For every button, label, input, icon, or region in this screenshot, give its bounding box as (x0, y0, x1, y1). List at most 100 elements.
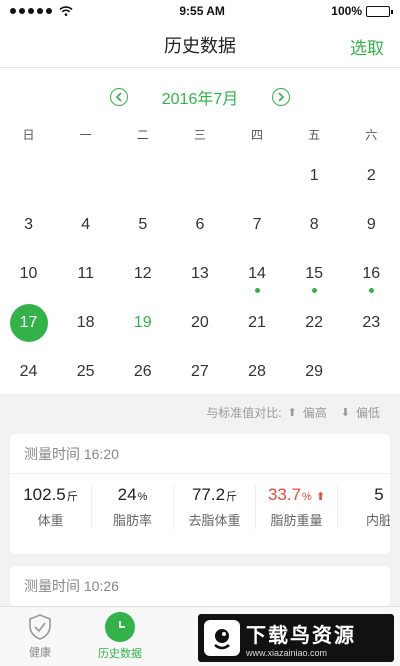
day-number: 2 (366, 166, 376, 184)
calendar-day[interactable]: 27 (171, 347, 228, 396)
calendar-day[interactable]: 3 (0, 200, 57, 249)
weekday-header: 日 一 二 三 四 五 六 (0, 126, 400, 148)
legend-high: 偏高 (302, 406, 327, 420)
calendar-day[interactable]: 2 (343, 151, 400, 200)
metric-fat-weight: 33.7% ⬆ 脂肪重量 (256, 485, 338, 529)
metric-label: 脂肪重量 (270, 513, 323, 528)
day-number: 19 (133, 313, 152, 331)
calendar-day[interactable]: 16 (343, 249, 400, 298)
metric-unit: 斤 (226, 491, 238, 503)
calendar-day[interactable]: 14 (229, 249, 286, 298)
calendar-day[interactable]: 4 (57, 200, 114, 249)
tab-history[interactable]: 历史数据 (80, 607, 160, 666)
calendar-day[interactable]: 20 (171, 298, 228, 347)
calendar: 2016年7月 日 一 二 三 四 五 六 1 2 3 4 5 6 7 8 9 10 11 12 13 1… (0, 68, 400, 394)
calendar-day[interactable]: 17 (0, 298, 57, 347)
day-number: 20 (191, 313, 209, 331)
month-label: 2016年7月 (161, 91, 239, 108)
calendar-day[interactable]: 15 (286, 249, 343, 298)
days-grid: 1 2 3 4 5 6 7 8 9 10 11 12 13 14 15 16 17 18 19 20 21 22 23 24 2… (0, 151, 400, 396)
page-title: 历史数据 (164, 35, 236, 56)
metric-value: 5 (374, 485, 384, 504)
metric-weight: 102.5斤 体重 (10, 485, 92, 529)
calendar-day[interactable]: 19 (114, 298, 171, 347)
arrow-up-icon: ⬆ (315, 491, 326, 503)
calendar-day[interactable]: 11 (57, 249, 114, 298)
battery-icon (366, 5, 393, 17)
calendar-day[interactable]: 22 (286, 298, 343, 347)
calendar-day[interactable]: 1 (286, 151, 343, 200)
calendar-day[interactable]: 5 (114, 200, 171, 249)
calendar-day[interactable]: 13 (171, 249, 228, 298)
month-switcher: 2016年7月 (0, 68, 400, 126)
metric-unit: 斤 (66, 491, 78, 503)
shield-check-icon (29, 614, 51, 640)
calendar-day[interactable]: 25 (57, 347, 114, 396)
signal-dot (46, 8, 52, 14)
bird-logo-icon (204, 620, 240, 656)
record-time: 测量时间 10:26 (24, 578, 119, 594)
weekday-label: 六 (365, 128, 378, 142)
calendar-day[interactable]: 29 (286, 347, 343, 396)
metric-label: 脂肪率 (112, 513, 152, 528)
day-number: 28 (248, 362, 266, 380)
metric-value: 102.5 (23, 485, 66, 504)
comparison-legend: 与标准值对比: ⬆ 偏高 ⬇ 偏低 (206, 404, 380, 421)
weekday-label: 四 (251, 128, 264, 142)
tab-label: 历史数据 (98, 648, 142, 660)
next-month-button[interactable] (272, 88, 291, 106)
calendar-day[interactable]: 6 (171, 200, 228, 249)
calendar-day[interactable]: 10 (0, 249, 57, 298)
nav-bar: 历史数据 选取 (0, 22, 400, 68)
status-bar: 9:55 AM 100% (0, 0, 400, 22)
weekday-label: 一 (79, 128, 92, 142)
day-number: 24 (19, 362, 38, 380)
record-dot-icon (368, 288, 374, 293)
record-card[interactable]: 测量时间 10:26 (10, 566, 390, 606)
day-number: 17 (9, 303, 48, 342)
metric-unit: % (137, 491, 148, 503)
watermark-url: www.xiazainiao.com (246, 647, 328, 658)
day-number: 27 (191, 362, 209, 380)
select-button[interactable]: 选取 (350, 34, 384, 59)
day-number: 4 (81, 215, 91, 233)
day-number: 14 (248, 264, 266, 282)
empty-day-cell (171, 151, 228, 200)
day-number: 16 (362, 264, 381, 282)
empty-day-cell (114, 151, 171, 200)
metric-lean-weight: 77.2斤 去脂体重 (174, 485, 256, 529)
watermark: 下载鸟资源 www.xiazainiao.com (198, 614, 394, 662)
day-number: 11 (77, 264, 94, 282)
empty-day-cell (229, 151, 286, 200)
prev-month-button[interactable] (109, 88, 128, 106)
metric-fat-rate: 24% 脂肪率 (92, 485, 174, 529)
battery-indicator: 100% (331, 4, 393, 18)
signal-indicator (10, 6, 73, 16)
day-number: 25 (76, 362, 95, 380)
calendar-day[interactable]: 24 (0, 347, 57, 396)
calendar-day[interactable]: 12 (114, 249, 171, 298)
record-card[interactable]: 测量时间 16:20 102.5斤 体重 24% 脂肪率 77.2斤 去脂体重 … (10, 434, 390, 554)
signal-dot (28, 8, 34, 14)
tab-health[interactable]: 健康 (0, 607, 80, 666)
weekday-label: 日 (22, 128, 35, 142)
calendar-day[interactable]: 21 (229, 298, 286, 347)
calendar-day[interactable]: 28 (229, 347, 286, 396)
arrow-down-icon: ⬇ (340, 407, 350, 419)
calendar-day[interactable]: 9 (343, 200, 400, 249)
metric-label: 内脏 (365, 513, 390, 528)
chevron-left-icon (115, 92, 122, 102)
calendar-day[interactable]: 8 (286, 200, 343, 249)
signal-dot (10, 8, 16, 14)
empty-day-cell (57, 151, 114, 200)
metrics-row: 102.5斤 体重 24% 脂肪率 77.2斤 去脂体重 33.7% ⬆ 脂肪重量… (10, 474, 390, 540)
day-number: 23 (362, 313, 381, 331)
calendar-day[interactable]: 7 (229, 200, 286, 249)
legend-prefix: 与标准值对比: (206, 406, 282, 420)
day-number: 18 (76, 313, 95, 331)
calendar-day[interactable]: 23 (343, 298, 400, 347)
calendar-day[interactable]: 18 (57, 298, 114, 347)
metric-visceral: 5 内脏 (338, 485, 390, 529)
day-number: 15 (305, 264, 324, 282)
calendar-day[interactable]: 26 (114, 347, 171, 396)
